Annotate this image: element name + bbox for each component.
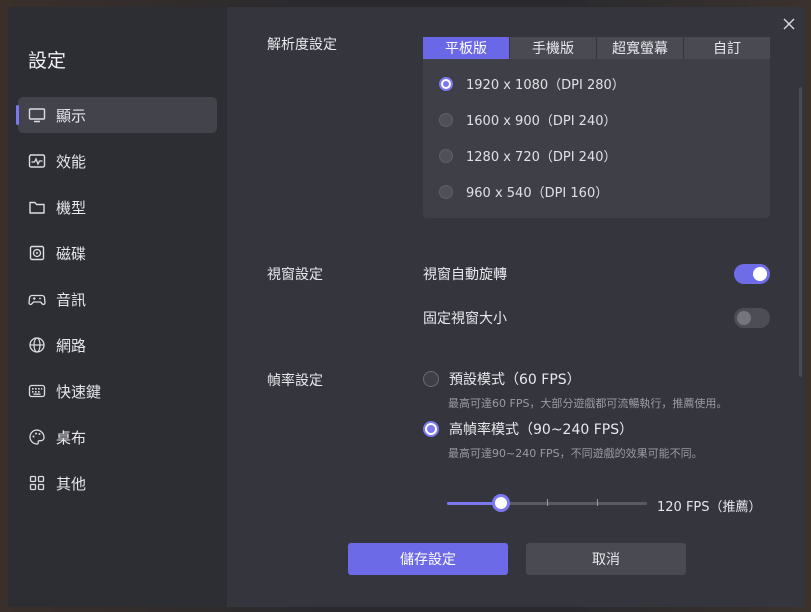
sidebar-item-label: 效能 xyxy=(56,152,87,171)
resolution-tabs: 平板版 手機版 超寬螢幕 自訂 xyxy=(423,37,770,59)
cancel-button[interactable]: 取消 xyxy=(526,543,686,575)
fps-high-label: 高幀率模式（90~240 FPS） xyxy=(449,422,634,438)
save-button[interactable]: 儲存設定 xyxy=(348,543,508,575)
disk-icon xyxy=(28,244,46,262)
auto-rotate-label: 視窗自動旋轉 xyxy=(423,267,507,283)
resolution-option-1600[interactable]: 1600 x 900（DPI 240） xyxy=(439,110,616,129)
gamepad-icon xyxy=(28,290,46,308)
sidebar-item-other[interactable]: 其他 xyxy=(18,465,217,501)
fps-default-desc: 最高可達60 FPS，大部分遊戲都可流暢執行，推薦使用。 xyxy=(448,397,728,410)
sidebar-item-display[interactable]: 顯示 xyxy=(16,97,217,133)
sidebar: 設定 顯示 效能 機型 磁碟 音訊 網路 快速鍵 桌布 其他 xyxy=(8,7,227,607)
fixed-size-toggle[interactable] xyxy=(734,308,770,328)
option-label: 1280 x 720（DPI 240） xyxy=(466,150,617,165)
option-label: 1920 x 1080（DPI 280） xyxy=(466,78,625,93)
sidebar-item-disk[interactable]: 磁碟 xyxy=(18,235,217,271)
palette-icon xyxy=(28,428,46,446)
fps-default-mode[interactable]: 預設模式（60 FPS） xyxy=(423,369,581,389)
folder-icon xyxy=(28,198,46,216)
auto-rotate-toggle[interactable] xyxy=(734,264,770,284)
tab-tablet[interactable]: 平板版 xyxy=(423,37,510,59)
sidebar-title: 設定 xyxy=(28,50,67,72)
sidebar-item-shortcuts[interactable]: 快速鍵 xyxy=(18,373,217,409)
toggle-knob xyxy=(753,267,767,281)
tab-custom[interactable]: 自訂 xyxy=(684,37,770,59)
monitor-icon xyxy=(28,106,46,124)
sidebar-item-label: 機型 xyxy=(56,198,87,217)
radio-button[interactable] xyxy=(439,184,453,199)
sidebar-item-label: 桌布 xyxy=(56,428,87,447)
resolution-label: 解析度設定 xyxy=(267,37,337,53)
fps-slider-value: 120 FPS（推薦） xyxy=(657,500,762,515)
fixed-size-label: 固定視窗大小 xyxy=(423,311,507,327)
sidebar-item-model[interactable]: 機型 xyxy=(18,189,217,225)
sidebar-nav: 顯示 效能 機型 磁碟 音訊 網路 快速鍵 桌布 其他 xyxy=(16,97,217,511)
slider-tick xyxy=(547,499,548,506)
sidebar-item-label: 快速鍵 xyxy=(56,382,102,401)
scrollbar[interactable] xyxy=(799,87,802,377)
fps-default-label: 預設模式（60 FPS） xyxy=(449,372,581,388)
tab-ultrawide[interactable]: 超寬螢幕 xyxy=(597,37,684,59)
fps-slider[interactable] xyxy=(447,493,647,513)
tab-phone[interactable]: 手機版 xyxy=(510,37,597,59)
sidebar-item-label: 網路 xyxy=(56,336,87,355)
toggle-knob xyxy=(737,311,751,325)
radio-button[interactable] xyxy=(439,148,453,163)
sidebar-item-label: 音訊 xyxy=(56,290,87,309)
sidebar-item-wallpaper[interactable]: 桌布 xyxy=(18,419,217,455)
radio-button[interactable] xyxy=(423,371,439,387)
radio-button[interactable] xyxy=(423,421,439,437)
sidebar-item-label: 磁碟 xyxy=(56,244,87,263)
resolution-option-1920[interactable]: 1920 x 1080（DPI 280） xyxy=(439,74,625,93)
option-label: 1600 x 900（DPI 240） xyxy=(466,114,617,129)
resolution-option-960[interactable]: 960 x 540（DPI 160） xyxy=(439,182,608,201)
sidebar-item-audio[interactable]: 音訊 xyxy=(18,281,217,317)
resolution-option-1280[interactable]: 1280 x 720（DPI 240） xyxy=(439,146,616,165)
sidebar-item-network[interactable]: 網路 xyxy=(18,327,217,363)
slider-thumb[interactable] xyxy=(492,494,510,512)
grid-icon xyxy=(28,474,46,492)
radio-button[interactable] xyxy=(439,112,453,127)
radio-button[interactable] xyxy=(439,76,453,91)
fps-high-mode[interactable]: 高幀率模式（90~240 FPS） xyxy=(423,419,633,439)
fps-high-desc: 最高可達90~240 FPS，不同遊戲的效果可能不同。 xyxy=(448,447,703,460)
window-settings-label: 視窗設定 xyxy=(267,267,323,283)
sidebar-item-label: 其他 xyxy=(56,474,87,493)
option-label: 960 x 540（DPI 160） xyxy=(466,186,609,201)
sidebar-item-label: 顯示 xyxy=(56,106,87,125)
close-icon[interactable] xyxy=(781,16,797,32)
fps-settings-label: 幀率設定 xyxy=(267,373,323,389)
sidebar-item-performance[interactable]: 效能 xyxy=(18,143,217,179)
keyboard-icon xyxy=(28,382,46,400)
slider-tick xyxy=(597,499,598,506)
settings-dialog: 設定 顯示 效能 機型 磁碟 音訊 網路 快速鍵 桌布 其他 解析度設定 平板版… xyxy=(8,7,804,607)
globe-icon xyxy=(28,336,46,354)
performance-icon xyxy=(28,152,46,170)
